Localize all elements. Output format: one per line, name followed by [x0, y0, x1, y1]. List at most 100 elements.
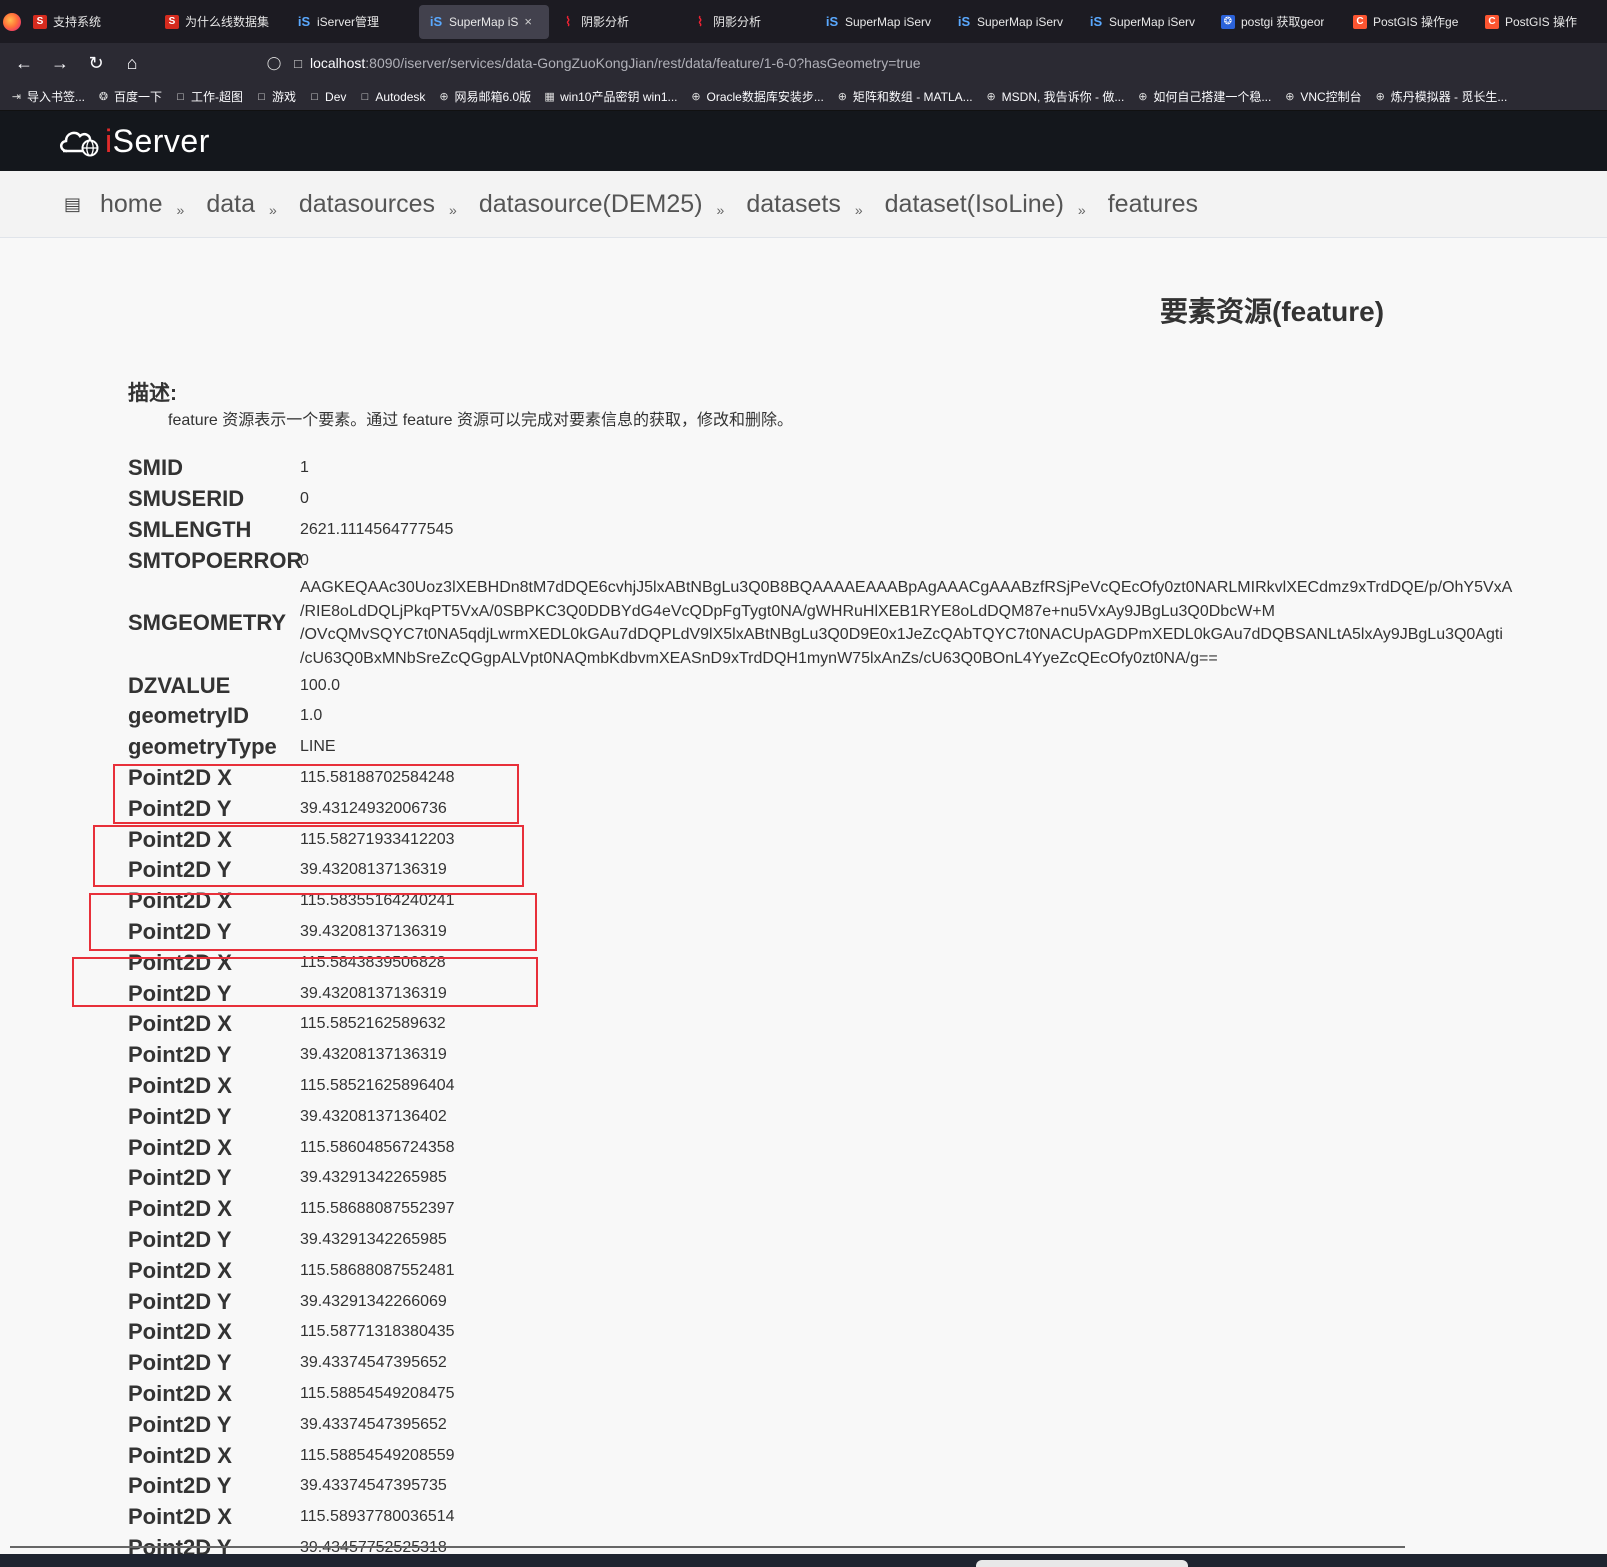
bookmark-item[interactable]: ⊕ 矩阵和数组 - MATLA... [836, 88, 973, 105]
bookmark-label: 网易邮箱6.0版 [454, 90, 532, 104]
forward-button[interactable]: → [42, 43, 78, 83]
shield-icon[interactable]: ◯ [262, 55, 286, 71]
url-host[interactable]: localhost [310, 55, 365, 71]
browser-tab[interactable]: C PostGIS 操作 [1475, 5, 1605, 39]
field-name: Point2D X [128, 1134, 232, 1160]
browser-tab[interactable]: iS iServer管理 [287, 5, 417, 39]
field-row: SMUSERID 0 [128, 484, 1607, 515]
url-bar[interactable]: ◯ □ localhost:8090/iserver/services/data… [262, 47, 1607, 79]
field-name: Point2D Y [128, 1042, 232, 1068]
browser-tab-label: PostGIS 操作ge [1373, 15, 1459, 29]
bookmark-item[interactable]: ⊕ 炼丹模拟器 - 觅长生... [1374, 88, 1508, 105]
field-value: 115.58771318380435 [300, 1323, 455, 1341]
bookmark-item[interactable]: ⊕ Oracle数据库安装步... [690, 88, 824, 105]
bookmark-item[interactable]: ⊕ 网易邮箱6.0版 [437, 88, 531, 105]
browser-tab[interactable]: iS SuperMap iServ [815, 5, 945, 39]
highlight-box [93, 825, 524, 887]
url-path[interactable]: :8090/iserver/services/data-GongZuoKongJ… [365, 55, 920, 71]
bookmark-item[interactable]: ⇥ 导入书签... [10, 88, 85, 105]
field-name: Point2D Y [128, 1473, 232, 1499]
field-value: 39.43291342265985 [300, 1230, 447, 1248]
field-value: 115.58937780036514 [300, 1508, 455, 1526]
horizontal-scrollbar[interactable] [10, 1546, 1405, 1548]
app-header: iServer [0, 111, 1607, 171]
breadcrumb-link-features[interactable]: features [1108, 190, 1198, 219]
breadcrumb-link-datasource-dem25-[interactable]: datasource(DEM25) [479, 190, 703, 219]
bookmark-item[interactable]: ❂ 百度一下 [97, 88, 162, 105]
logo-i: i [105, 122, 113, 159]
browser-tab-label: 支持系统 [53, 15, 102, 29]
bookmark-label: Oracle数据库安装步... [706, 90, 824, 104]
feature-field-list: SMID 1 SMUSERID 0 SMLENGTH 2621.1114564777545… [128, 453, 1607, 1563]
breadcrumb-link-data[interactable]: data [206, 190, 255, 219]
browser-tab[interactable]: ❂ postgi 获取geor [1211, 5, 1341, 39]
field-name: Point2D X [128, 1196, 232, 1222]
browser-tab-label: 阴影分析 [581, 15, 630, 29]
bookmark-item[interactable]: ⊕ 如何自己搭建一个稳... [1136, 88, 1271, 105]
field-name: Point2D Y [128, 1350, 232, 1376]
globe-icon: ⊕ [1138, 91, 1148, 103]
browser-tab[interactable]: S 支持系统 [23, 5, 153, 39]
folder-icon: □ [177, 90, 184, 103]
field-value: 115.58688087552397 [300, 1200, 455, 1218]
field-value: 0 [300, 551, 309, 569]
geometry-line: /RIE8oLdDQLjPkqPT5VxA/0SBPKC3Q0DDBYdG4eV… [300, 602, 1275, 620]
field-value: 115.58854549208475 [300, 1384, 455, 1402]
field-name: Point2D X [128, 1380, 232, 1406]
home-button[interactable]: ⌂ [114, 43, 150, 83]
taskbar-search-box[interactable] [976, 1560, 1188, 1567]
wave-icon: ⌇ [696, 13, 704, 29]
browser-tab[interactable]: C PostGIS 操作ge [1343, 5, 1473, 39]
baidu-icon: ❂ [1221, 14, 1235, 29]
c-icon: C [1485, 14, 1499, 29]
browser-tab[interactable]: iS SuperMap iServ [947, 5, 1077, 39]
bookmark-label: 如何自己搭建一个稳... [1153, 90, 1272, 104]
back-button[interactable]: ← [6, 43, 42, 83]
os-taskbar [0, 1554, 1607, 1567]
highlight-box [72, 957, 538, 1007]
breadcrumb-link-home[interactable]: home [100, 190, 163, 219]
breadcrumb-link-datasources[interactable]: datasources [299, 190, 435, 219]
bookmark-label: MSDN, 我告诉你 - 做... [1001, 90, 1125, 104]
field-row: DZVALUE 100.0 [128, 670, 1607, 701]
point-row: Point2D X 115.58688087552481 [128, 1255, 1607, 1286]
breadcrumb-separator: » [176, 202, 185, 218]
globe-icon: ⊕ [1375, 91, 1385, 103]
close-icon[interactable]: × [524, 14, 532, 29]
page-icon: □ [294, 55, 302, 71]
field-name: geometryType [128, 734, 277, 760]
bookmark-label: 百度一下 [114, 90, 163, 104]
breadcrumb-link-dataset-isoline-[interactable]: dataset(IsoLine) [885, 190, 1064, 219]
bookmark-item[interactable]: □ 游戏 [255, 88, 296, 105]
browser-tab-label: 阴影分析 [713, 15, 762, 29]
browser-nav-bar: ← → ↻ ⌂ ◯ □ localhost:8090/iserver/servi… [0, 43, 1607, 83]
browser-tab-label: SuperMap iServ [845, 14, 932, 29]
menu-icon[interactable]: ▤ [64, 194, 86, 215]
field-value: 39.43374547395735 [300, 1477, 447, 1495]
breadcrumb-separator: » [1077, 202, 1086, 218]
browser-tab[interactable]: ⌇ 阴影分析 [551, 5, 681, 39]
bookmark-item[interactable]: ▦ win10产品密钥 win1... [543, 88, 677, 105]
browser-tab[interactable]: iS SuperMap iServ [1079, 5, 1209, 39]
bookmark-item[interactable]: □ Autodesk [358, 89, 426, 104]
cloud-globe-logo-icon [60, 131, 99, 157]
bookmark-item[interactable]: □ Dev [308, 90, 346, 104]
browser-tab-label: SuperMap iServ [977, 14, 1064, 29]
browser-tab[interactable]: ⌇ 阴影分析 [683, 5, 813, 39]
point-row: Point2D X 115.58688087552397 [128, 1194, 1607, 1225]
breadcrumb-link-datasets[interactable]: datasets [746, 190, 841, 219]
bookmark-item[interactable]: ⊕ VNC控制台 [1283, 88, 1361, 105]
field-value: 39.43374547395652 [300, 1415, 447, 1433]
browser-tab[interactable]: iS SuperMap iS × [419, 4, 549, 39]
bookmark-item[interactable]: □ 工作-超图 [174, 88, 243, 105]
firefox-menu-button[interactable] [0, 0, 23, 43]
bookmark-label: Autodesk [375, 89, 426, 104]
description-text: feature 资源表示一个要素。通过 feature 资源可以完成对要素信息的… [168, 412, 793, 429]
bookmark-label: VNC控制台 [1300, 90, 1362, 104]
browser-tab[interactable]: S 为什么线数据集 [155, 5, 285, 39]
bookmark-item[interactable]: ⊕ MSDN, 我告诉你 - 做... [985, 88, 1125, 105]
reload-button[interactable]: ↻ [78, 43, 114, 83]
arrow-left-icon: ← [15, 52, 33, 73]
highlight-box [113, 764, 519, 824]
point-row: Point2D Y 39.43208137136319 [128, 1040, 1607, 1071]
